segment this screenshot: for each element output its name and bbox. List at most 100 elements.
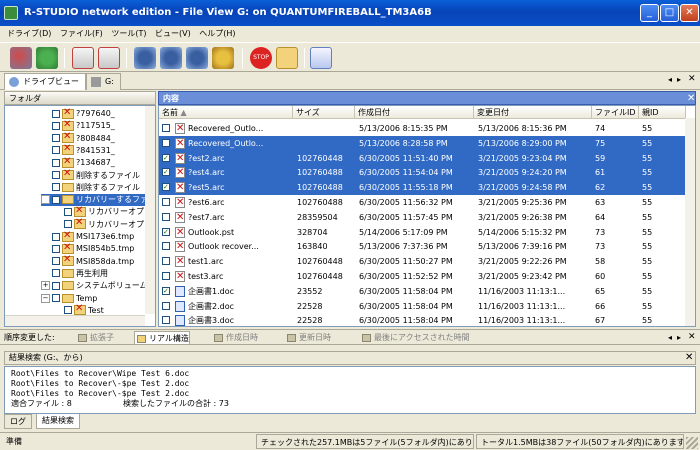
close-button[interactable]: ✕	[680, 4, 699, 22]
column-file-id[interactable]: ファイルID	[592, 106, 639, 119]
row-checkbox[interactable]	[162, 138, 170, 147]
menu-help[interactable]: ヘルプ(H)	[196, 26, 238, 42]
resize-grip[interactable]	[686, 437, 698, 449]
row-checkbox[interactable]	[162, 198, 170, 206]
tree-checkbox[interactable]	[64, 220, 72, 229]
tree-checkbox[interactable]	[52, 183, 60, 192]
view-binoculars-icon[interactable]	[134, 47, 156, 69]
tree-node[interactable]: +?797640_	[41, 107, 115, 120]
tab-search-results[interactable]: 結果検索	[36, 414, 80, 429]
tree-checkbox[interactable]	[52, 269, 60, 278]
row-checkbox[interactable]	[162, 301, 170, 310]
tree-checkbox[interactable]	[52, 171, 60, 179]
table-row[interactable]: Recovered_Outlo... 5/13/2006 8:28:58 PM 5/…	[159, 135, 686, 151]
results-close-icon[interactable]: ✕	[685, 352, 693, 364]
connect-drive-icon[interactable]	[10, 47, 32, 69]
tree-node[interactable]: +再生利用	[41, 268, 108, 280]
panel-close-icon[interactable]: ✕	[687, 93, 695, 105]
column-parent-id[interactable]: 親ID	[639, 106, 686, 119]
tab-log[interactable]: ログ	[4, 414, 32, 429]
tree-checkbox[interactable]	[52, 294, 60, 302]
recover-folder-icon[interactable]	[276, 47, 298, 69]
row-checkbox[interactable]: ✓	[162, 286, 170, 295]
tree-checkbox[interactable]	[52, 146, 60, 155]
menu-file[interactable]: ファイル(F)	[57, 26, 106, 42]
sort-real-structure[interactable]: リアル構造	[134, 331, 190, 345]
tab-drive-view[interactable]: ドライブビュー	[4, 73, 86, 90]
tab-close-icon[interactable]: ✕	[688, 74, 696, 84]
sort-extension[interactable]: 拡張子	[76, 331, 114, 345]
minimize-button[interactable]: _	[640, 4, 659, 22]
tree-node[interactable]: +MSI858da.tmp	[41, 254, 134, 268]
tree-checkbox[interactable]	[52, 281, 60, 290]
tree-checkbox[interactable]	[52, 134, 60, 143]
table-row[interactable]: ✓ ?est5.arc 102760488 6/30/2005 11:55:18 PM…	[159, 180, 686, 196]
menu-tools[interactable]: ツール(T)	[108, 26, 149, 42]
tree-checkbox[interactable]	[52, 158, 60, 167]
maximize-button[interactable]: □	[660, 4, 679, 22]
tree-checkbox[interactable]	[64, 306, 72, 315]
tab-scroll-left-icon[interactable]: ◂	[668, 75, 672, 84]
table-row[interactable]: 企画書3.doc 22528 6/30/2005 11:58:04 PM 11/16/…	[159, 313, 686, 326]
tree-checkbox[interactable]	[52, 121, 60, 130]
menu-drive[interactable]: ドライブ(D)	[4, 26, 54, 42]
tree-node[interactable]: + システムボリューム	[41, 280, 148, 292]
tree-node[interactable]: +?841531_	[41, 143, 115, 157]
table-row[interactable]: test3.arc 102760448 6/30/2005 11:52:52 PM 3…	[159, 269, 686, 284]
find-next-icon[interactable]	[186, 47, 208, 69]
menu-view[interactable]: ビュー(V)	[152, 26, 194, 42]
open-drive-icon[interactable]	[72, 47, 94, 69]
column-created[interactable]: 作成日付	[355, 106, 474, 119]
table-row[interactable]: ?est7.arc 28359504 6/30/2005 11:57:45 PM 3/…	[159, 210, 686, 225]
tree-vertical-scrollbar[interactable]	[145, 106, 155, 314]
list-vertical-scrollbar[interactable]	[685, 118, 695, 326]
tree-checkbox[interactable]	[52, 195, 60, 204]
tree-node[interactable]: +MSI173e6.tmp	[41, 230, 134, 243]
tree-node[interactable]: +?808484_	[41, 131, 115, 145]
row-checkbox[interactable]	[162, 124, 170, 132]
sort-close-icon[interactable]: ✕	[688, 332, 696, 342]
tree-node[interactable]: − リカバリーするファイル	[41, 194, 155, 207]
column-modified[interactable]: 変更日付	[474, 106, 592, 119]
row-checkbox[interactable]: ✓	[162, 227, 170, 236]
table-row[interactable]: ✓ 企画書1.doc 23552 6/30/2005 11:58:04 PM 11/16…	[159, 284, 686, 299]
column-size[interactable]: サイズ	[293, 106, 355, 119]
table-row[interactable]: Recovered_Outlo... 5/13/2006 8:15:35 PM 5/…	[159, 121, 686, 136]
tree-node[interactable]: +リカバリーオプション	[53, 205, 155, 218]
tree-checkbox[interactable]	[64, 207, 72, 216]
tab-g-drive[interactable]: G:	[86, 73, 121, 90]
tree-checkbox[interactable]	[52, 257, 60, 266]
tree-checkbox[interactable]	[52, 109, 60, 118]
expand-icon[interactable]: +	[41, 281, 50, 291]
tree-node[interactable]: +削除するファイル	[41, 182, 140, 194]
tree-node[interactable]: +?134687_	[41, 156, 115, 169]
table-row[interactable]: Outlook recover... 163840 5/13/2006 7:37:3…	[159, 239, 686, 254]
row-checkbox[interactable]	[162, 242, 170, 251]
row-checkbox[interactable]	[162, 272, 170, 280]
table-row[interactable]: 企画書2.doc 22528 6/30/2005 11:58:04 PM 11/16/…	[159, 299, 686, 314]
scan-icon[interactable]	[98, 47, 120, 69]
sort-modified[interactable]: 更新日時	[285, 331, 331, 345]
sort-accessed[interactable]: 最後にアクセスされた時間	[360, 331, 470, 345]
tree-checkbox[interactable]	[52, 232, 60, 241]
tree-node[interactable]: +?117515_	[41, 119, 115, 132]
find-icon[interactable]	[160, 47, 182, 69]
refresh-icon[interactable]	[36, 47, 58, 69]
tree-node[interactable]: − Temp	[41, 293, 97, 305]
collapse-icon[interactable]: −	[41, 293, 50, 303]
tab-scroll-right-icon[interactable]: ▸	[677, 75, 681, 84]
sort-scroll-left-icon[interactable]: ◂	[668, 333, 672, 342]
table-row[interactable]: test1.arc 102760448 6/30/2005 11:50:27 PM 3…	[159, 254, 686, 269]
tree-node[interactable]: +削除するファイル	[41, 168, 140, 182]
collapse-icon[interactable]: −	[41, 195, 50, 205]
row-checkbox[interactable]	[162, 212, 170, 221]
column-name[interactable]: 名前 ▲	[159, 106, 293, 119]
row-checkbox[interactable]	[162, 257, 170, 266]
mark-icon[interactable]	[212, 47, 234, 69]
sort-scroll-right-icon[interactable]: ▸	[677, 333, 681, 342]
row-checkbox[interactable]	[162, 316, 170, 325]
table-row[interactable]: ✓ ?est2.arc 102760448 6/30/2005 11:51:40 PM…	[159, 150, 686, 166]
table-row[interactable]: ✓ Outlook.pst 328704 5/14/2006 5:17:09 PM 5/…	[159, 225, 686, 240]
tree-checkbox[interactable]	[52, 244, 60, 253]
help-icon[interactable]	[310, 47, 332, 69]
